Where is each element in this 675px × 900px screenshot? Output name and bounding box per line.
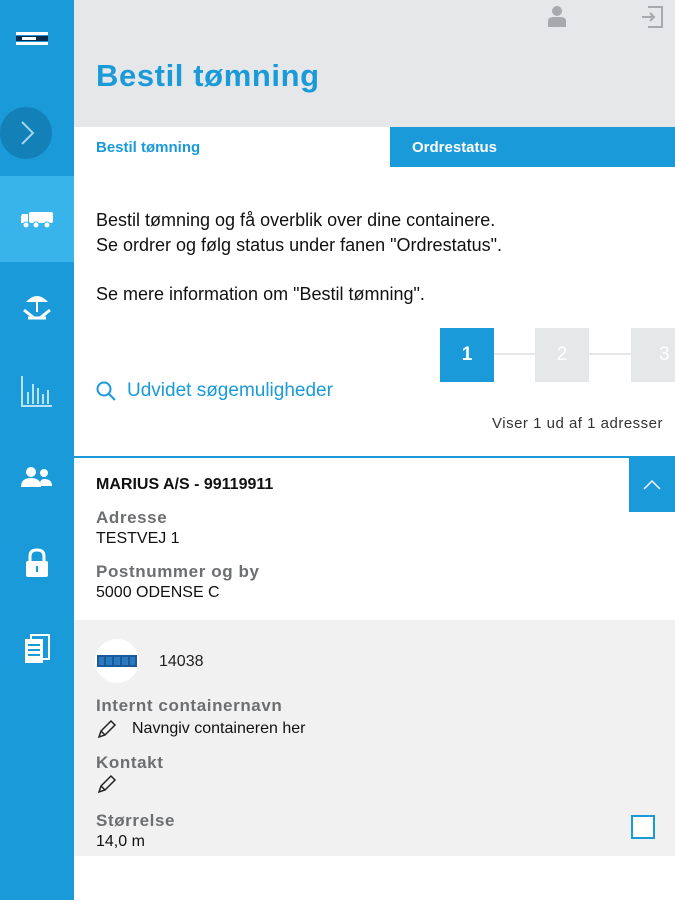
contact-edit[interactable] [96, 773, 118, 795]
pager-connector [494, 353, 535, 355]
internal-name-placeholder: Navngiv containeren her [132, 720, 306, 737]
advanced-search-link[interactable]: Udvidet søgemuligheder [95, 380, 333, 402]
page-title: Bestil tømning [96, 58, 320, 93]
bar-chart-icon [21, 376, 52, 407]
tab-order-emptying[interactable]: Bestil tømning [74, 127, 390, 167]
chevron-up-icon [643, 479, 661, 490]
customer-name: MARIUS A/S - 99119911 [96, 476, 274, 493]
container-id: 14038 [159, 653, 204, 670]
sidebar [0, 0, 74, 900]
contact-label: Kontakt [96, 753, 164, 772]
sidebar-item-statistics[interactable] [0, 348, 74, 434]
pencil-icon [97, 774, 117, 794]
cleaning-icon [23, 296, 51, 320]
page-3-label: 3 [659, 344, 670, 365]
expand-sidebar-button[interactable] [0, 107, 52, 159]
sidebar-item-users[interactable] [0, 434, 74, 520]
container-select-checkbox[interactable] [631, 815, 655, 839]
postal-value: 5000 ODENSE C [96, 584, 220, 601]
logout-icon [642, 6, 663, 28]
advanced-search-label: Udvidet søgemuligheder [127, 380, 333, 401]
page-3-button[interactable]: 3 [631, 328, 675, 382]
tab-order-status[interactable]: Ordrestatus [390, 127, 675, 167]
sidebar-item-cleaning[interactable] [0, 262, 74, 348]
lock-icon [26, 548, 48, 577]
result-count: Viser 1 ud af 1 adresser [492, 415, 663, 432]
pencil-icon [97, 719, 117, 739]
logout-button[interactable] [640, 5, 664, 34]
documents-icon [25, 634, 50, 663]
intro-text: Bestil tømning og få overblik over dine … [96, 208, 502, 258]
address-label: Adresse [96, 508, 168, 527]
collapse-card-button[interactable] [629, 458, 675, 512]
size-value: 14,0 m [96, 833, 145, 850]
page-1-button[interactable]: 1 [440, 328, 494, 382]
chevron-right-icon [21, 121, 35, 145]
address-value: TESTVEJ 1 [96, 530, 180, 547]
page-2-button[interactable]: 2 [535, 328, 589, 382]
internal-name-edit[interactable]: Navngiv containeren her [96, 718, 305, 740]
card-divider [74, 456, 675, 458]
users-icon [21, 467, 52, 487]
size-label: Størrelse [96, 811, 176, 830]
pager-connector [589, 353, 631, 355]
sidebar-item-documents[interactable] [0, 606, 74, 692]
more-info-link[interactable]: Se mere information om "Bestil tømning". [96, 284, 425, 305]
intro-line-1: Bestil tømning og få overblik over dine … [96, 210, 496, 230]
user-icon [548, 6, 566, 27]
postal-label: Postnummer og by [96, 562, 260, 581]
sidebar-item-security[interactable] [0, 520, 74, 606]
intro-line-2: Se ordrer og følg status under fanen "Or… [96, 235, 502, 255]
sidebar-item-order-emptying[interactable] [0, 176, 74, 262]
container-avatar [95, 639, 139, 683]
logo-icon [16, 30, 48, 46]
search-icon [96, 381, 116, 401]
user-profile-button[interactable] [546, 4, 568, 33]
truck-icon [21, 212, 53, 229]
container-icon [97, 655, 137, 667]
page-header: Bestil tømning [74, 0, 675, 127]
internal-name-label: Internt containernavn [96, 696, 283, 715]
